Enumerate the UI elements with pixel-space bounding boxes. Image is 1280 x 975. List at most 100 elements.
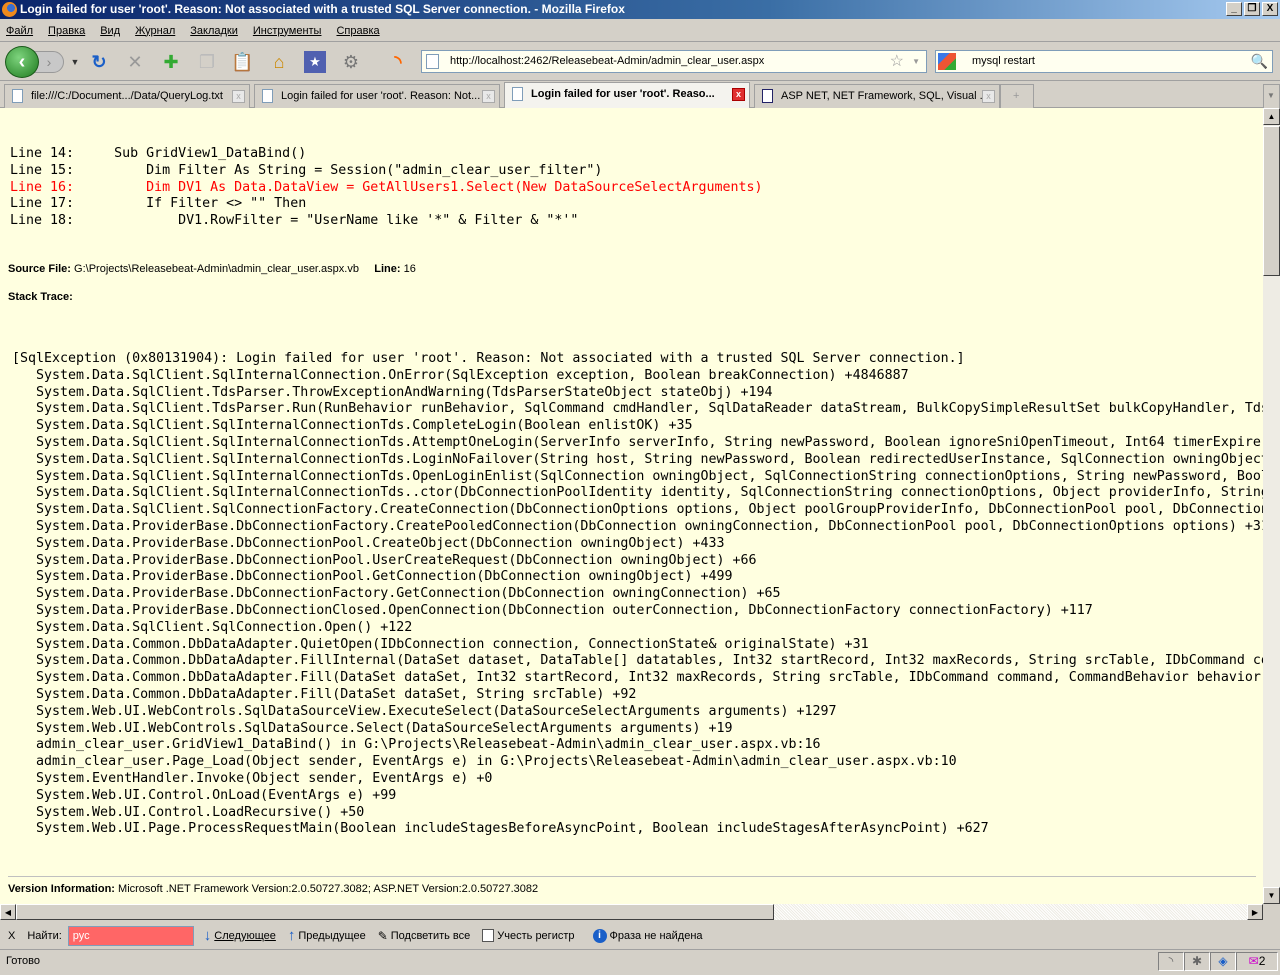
url-text: http://localhost:2462/Releasebeat-Admin/…	[450, 55, 765, 67]
tab-querylog[interactable]: file:///C:/Document.../Data/QueryLog.txt…	[4, 84, 250, 108]
history-dropdown-icon[interactable]: ▼	[64, 51, 86, 73]
new-tab-button[interactable]: +	[1000, 84, 1034, 108]
menu-help[interactable]: Справка	[336, 25, 379, 37]
stack-trace-line: System.Web.UI.Page.ProcessRequestMain(Bo…	[12, 821, 989, 837]
rss-status-icon[interactable]: ◝	[1158, 952, 1184, 971]
close-tab-icon[interactable]: x	[732, 88, 745, 101]
tab-list-button[interactable]: ▼	[1263, 84, 1280, 108]
mail-count: 2	[1258, 954, 1266, 968]
menu-view[interactable]: Вид	[100, 25, 120, 37]
find-input[interactable]: рус	[67, 925, 194, 946]
stack-trace-line: System.Data.SqlClient.SqlConnectionFacto…	[12, 502, 1263, 518]
scroll-left-button[interactable]: ◀	[0, 904, 16, 920]
restore-button[interactable]: ❐	[1244, 2, 1260, 16]
menu-tools[interactable]: Инструменты	[253, 25, 322, 37]
stack-trace-line: System.Web.UI.WebControls.SqlDataSourceV…	[12, 703, 837, 719]
stack-trace-line: System.Data.Common.DbDataAdapter.FillInt…	[12, 653, 1263, 669]
find-next-button[interactable]: ↓ Следующее	[204, 927, 276, 944]
url-bar[interactable]: http://localhost:2462/Releasebeat-Admin/…	[421, 50, 927, 73]
menu-edit[interactable]: Правка	[48, 25, 85, 37]
tab-login-failed-active[interactable]: Login failed for user 'root'. Reaso... x	[504, 82, 750, 108]
firebug-icon[interactable]: ✱	[1184, 952, 1210, 971]
firefox-icon	[2, 2, 17, 17]
menu-file[interactable]: Файл	[6, 25, 33, 37]
match-case-checkbox[interactable]: Учесть регистр	[482, 929, 575, 942]
url-dropdown-icon[interactable]: ▼	[912, 51, 920, 72]
bookmark-star-icon[interactable]: ☆	[890, 51, 904, 72]
addon-status-icon[interactable]: ◈	[1210, 952, 1236, 971]
find-previous-button[interactable]: ↑ Предыдущее	[288, 927, 366, 944]
match-case-label: Учесть регистр	[497, 929, 575, 942]
arrow-up-icon: ↑	[287, 927, 296, 944]
page-icon	[262, 89, 273, 103]
addon-icon[interactable]: ⚙	[340, 51, 362, 73]
stack-trace-line: System.Data.SqlClient.TdsParser.ThrowExc…	[12, 384, 773, 400]
tab-login-failed-1[interactable]: Login failed for user 'root'. Reason: No…	[254, 84, 500, 108]
find-label: Найти:	[27, 929, 62, 942]
stack-trace-line: System.Data.Common.DbDataAdapter.Fill(Da…	[12, 670, 1263, 686]
source-line: Line 17: If Filter <> "" Then	[10, 196, 307, 212]
arrow-down-icon: ↓	[203, 927, 212, 944]
page-icon	[512, 87, 523, 101]
tab-aspnet[interactable]: ASP NET, NET Framework, SQL, Visual ... x	[754, 84, 1000, 108]
bookmarks-icon[interactable]: ★	[304, 51, 326, 73]
close-tab-icon[interactable]: x	[982, 90, 995, 103]
horizontal-scroll-thumb[interactable]	[16, 904, 774, 920]
vertical-scrollbar[interactable]: ▲ ▼	[1263, 108, 1280, 904]
scroll-right-button[interactable]: ▶	[1247, 904, 1263, 920]
tab-label: file:///C:/Document.../Data/QueryLog.txt	[31, 90, 223, 102]
stack-trace-line: System.Data.SqlClient.SqlInternalConnect…	[12, 367, 909, 383]
source-file-info: Source File: G:\Projects\Releasebeat-Adm…	[8, 263, 416, 275]
reload-icon[interactable]: ↻	[88, 51, 110, 73]
page-icon	[12, 89, 23, 103]
status-bar: Готово ◝ ✱ ◈ ✉2	[0, 951, 1280, 973]
tab-label: ASP NET, NET Framework, SQL, Visual ...	[781, 90, 989, 102]
close-button[interactable]: X	[1262, 2, 1278, 16]
stack-trace-line: System.Data.Common.DbDataAdapter.QuietOp…	[12, 636, 869, 652]
horizontal-scrollbar[interactable]: ◀ ▶	[0, 904, 1263, 920]
stack-trace-line: System.Data.SqlClient.TdsParser.Run(RunB…	[12, 401, 1263, 417]
minimize-button[interactable]: _	[1226, 2, 1242, 16]
mail-notifier[interactable]: ✉2	[1236, 952, 1278, 971]
find-status: Фраза не найдена	[609, 929, 703, 942]
stack-trace-line: System.Data.SqlClient.SqlConnection.Open…	[12, 619, 413, 635]
stack-trace-line: System.Data.ProviderBase.DbConnectionPoo…	[12, 569, 733, 585]
google-icon[interactable]	[938, 53, 956, 70]
paste-icon[interactable]: 📋	[231, 51, 253, 73]
close-tab-icon[interactable]: x	[232, 90, 245, 103]
rss-icon[interactable]: ◝	[387, 51, 409, 73]
source-file-path: G:\Projects\Releasebeat-Admin\admin_clea…	[74, 263, 359, 275]
highlight-all-label: Подсветить все	[390, 929, 471, 942]
vertical-scroll-thumb[interactable]	[1263, 126, 1280, 276]
stack-trace-block: [SqlException (0x80131904): Login failed…	[12, 351, 1263, 838]
checkbox[interactable]	[482, 929, 495, 942]
scroll-down-button[interactable]: ▼	[1263, 887, 1280, 904]
scroll-up-button[interactable]: ▲	[1263, 108, 1280, 125]
stack-trace-line: System.Data.SqlClient.SqlInternalConnect…	[12, 434, 1263, 450]
highlight-all-button[interactable]: ✎ Подсветить все	[378, 929, 471, 943]
menu-history[interactable]: Журнал	[135, 25, 175, 37]
home-icon[interactable]: ⌂	[268, 51, 290, 73]
stack-trace-line: System.Data.SqlClient.SqlInternalConnect…	[12, 418, 693, 434]
close-find-bar-button[interactable]: X	[8, 930, 15, 942]
new-tab-folder-icon[interactable]: ✚	[160, 51, 182, 73]
tab-strip: file:///C:/Document.../Data/QueryLog.txt…	[0, 82, 1280, 108]
stop-icon[interactable]: ✕	[124, 51, 146, 73]
info-icon: i	[592, 928, 607, 943]
back-button[interactable]: ‹	[5, 46, 39, 78]
source-line: Line 14: Sub GridView1_DataBind()	[10, 146, 307, 161]
close-tab-icon[interactable]: x	[482, 90, 495, 103]
version-text: Microsoft .NET Framework Version:2.0.507…	[118, 883, 539, 895]
scroll-corner	[1263, 904, 1280, 920]
search-box[interactable]: mysql restart 🔍	[935, 50, 1273, 73]
find-bar: X Найти: рус ↓ Следующее ↑ Предыдущее ✎ Под…	[0, 922, 1280, 950]
menu-bookmarks[interactable]: Закладки	[190, 25, 238, 37]
version-info: Version Information: Microsoft .NET Fram…	[8, 883, 538, 895]
search-input[interactable]: mysql restart	[972, 55, 1035, 67]
copy-icon[interactable]: ❐	[196, 51, 218, 73]
stack-trace-heading: Stack Trace:	[8, 291, 73, 303]
search-icon[interactable]: 🔍	[1251, 51, 1268, 72]
page-content: Line 14: Sub GridView1_DataBind() Line 15…	[0, 108, 1263, 904]
status-text: Готово	[6, 955, 40, 967]
tab-label: Login failed for user 'root'. Reaso...	[531, 88, 715, 100]
